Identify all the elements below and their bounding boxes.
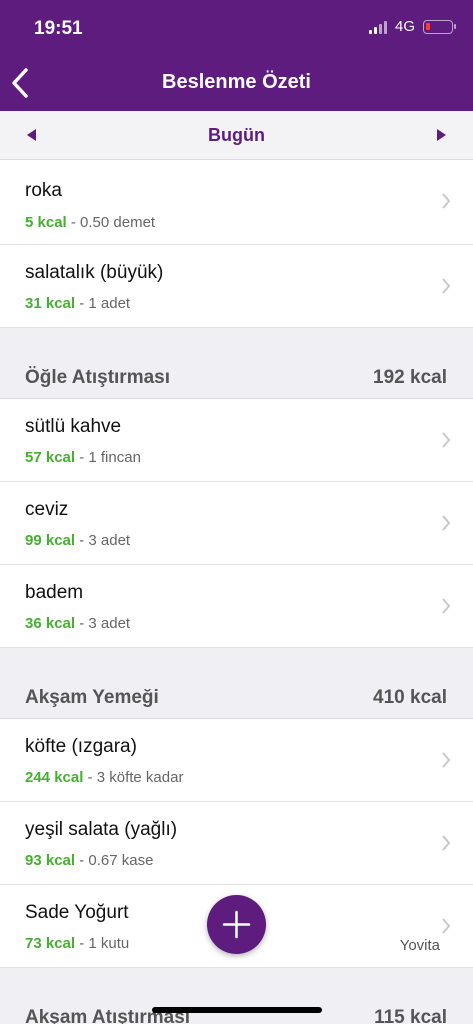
food-quantity: - 1 adet xyxy=(75,295,131,312)
food-name: roka xyxy=(25,180,62,201)
food-row[interactable]: köfte (ızgara) 244 kcal - 3 köfte kadar xyxy=(0,719,473,802)
food-quantity: - 0.50 demet xyxy=(66,214,156,231)
meal-section-header: Akşam Yemeği 410 kcal xyxy=(0,681,473,719)
food-quantity: - 3 adet xyxy=(75,615,131,632)
food-meta: 36 kcal - 3 adet xyxy=(25,615,130,632)
meal-section-kcal: 192 kcal xyxy=(373,367,447,388)
network-label: 4G xyxy=(394,18,415,35)
chevron-right-icon xyxy=(442,598,451,614)
food-name: salatalık (büyük) xyxy=(25,262,164,283)
food-brand: Yovita xyxy=(399,937,440,954)
food-kcal: 93 kcal xyxy=(25,852,76,869)
next-day-button[interactable] xyxy=(433,126,449,144)
section-spacer xyxy=(0,328,473,361)
food-row[interactable]: ceviz 99 kcal - 3 adet xyxy=(0,482,473,565)
chevron-right-icon xyxy=(442,515,451,531)
food-name: Sade Yoğurt xyxy=(25,902,129,923)
plus-icon xyxy=(222,910,251,939)
chevron-right-icon xyxy=(442,752,451,768)
section-spacer xyxy=(0,648,473,681)
food-name: köfte (ızgara) xyxy=(25,736,137,757)
date-label[interactable]: Bugün xyxy=(0,125,473,146)
meal-section-kcal: 115 kcal xyxy=(374,1007,447,1024)
food-quantity: - 3 adet xyxy=(75,532,131,549)
meal-section-kcal: 410 kcal xyxy=(373,687,447,708)
food-kcal: 5 kcal xyxy=(25,214,67,231)
food-quantity: - 3 köfte kadar xyxy=(83,769,184,786)
food-meta: 57 kcal - 1 fincan xyxy=(25,449,141,466)
meal-section-header: Öğle Atıştırması 192 kcal xyxy=(0,361,473,399)
food-row[interactable]: salatalık (büyük) 31 kcal - 1 adet xyxy=(0,245,473,328)
date-selector: Bugün xyxy=(0,111,473,160)
food-kcal: 73 kcal xyxy=(25,935,76,952)
chevron-right-icon xyxy=(442,835,451,851)
battery-icon xyxy=(423,19,456,34)
chevron-right-icon xyxy=(442,278,451,294)
food-quantity: - 1 kutu xyxy=(75,935,130,952)
food-row[interactable]: roka 5 kcal - 0.50 demet xyxy=(0,160,473,245)
meal-section-name: Öğle Atıştırması xyxy=(25,367,171,388)
section-spacer xyxy=(0,968,473,1001)
food-kcal: 57 kcal xyxy=(25,449,76,466)
food-row[interactable]: yeşil salata (yağlı) 93 kcal - 0.67 kase xyxy=(0,802,473,885)
chevron-right-icon xyxy=(442,193,451,209)
food-quantity: - 1 fincan xyxy=(75,449,141,466)
food-quantity: - 0.67 kase xyxy=(75,852,154,869)
chevron-right-icon xyxy=(442,432,451,448)
food-name: badem xyxy=(25,582,84,603)
chevron-right-icon xyxy=(442,918,451,934)
food-row[interactable]: badem 36 kcal - 3 adet xyxy=(0,565,473,648)
food-meta: 244 kcal - 3 köfte kadar xyxy=(25,769,183,786)
meal-section-name: Akşam Yemeği xyxy=(25,687,159,708)
food-name: sütlü kahve xyxy=(25,416,122,437)
status-indicators: 4G xyxy=(368,18,456,35)
food-kcal: 244 kcal xyxy=(25,769,84,786)
add-food-button[interactable] xyxy=(207,895,266,954)
food-meta: 93 kcal - 0.67 kase xyxy=(25,852,153,869)
home-indicator[interactable] xyxy=(152,1007,322,1013)
food-kcal: 99 kcal xyxy=(25,532,76,549)
status-time: 19:51 xyxy=(34,18,83,39)
page-title: Beslenme Özeti xyxy=(162,71,311,93)
signal-icon xyxy=(368,20,387,34)
app-header: 19:51 4G Beslenme Özeti xyxy=(0,0,473,111)
food-meta: 31 kcal - 1 adet xyxy=(25,295,130,312)
triangle-right-icon xyxy=(437,129,446,141)
food-meta: 73 kcal - 1 kutu xyxy=(25,935,129,952)
food-kcal: 31 kcal xyxy=(25,295,76,312)
food-meta: 99 kcal - 3 adet xyxy=(25,532,130,549)
food-name: ceviz xyxy=(25,499,69,520)
food-meta: 5 kcal - 0.50 demet xyxy=(25,214,155,231)
food-row[interactable]: sütlü kahve 57 kcal - 1 fincan xyxy=(0,399,473,482)
food-name: yeşil salata (yağlı) xyxy=(25,819,178,840)
food-kcal: 36 kcal xyxy=(25,615,76,632)
